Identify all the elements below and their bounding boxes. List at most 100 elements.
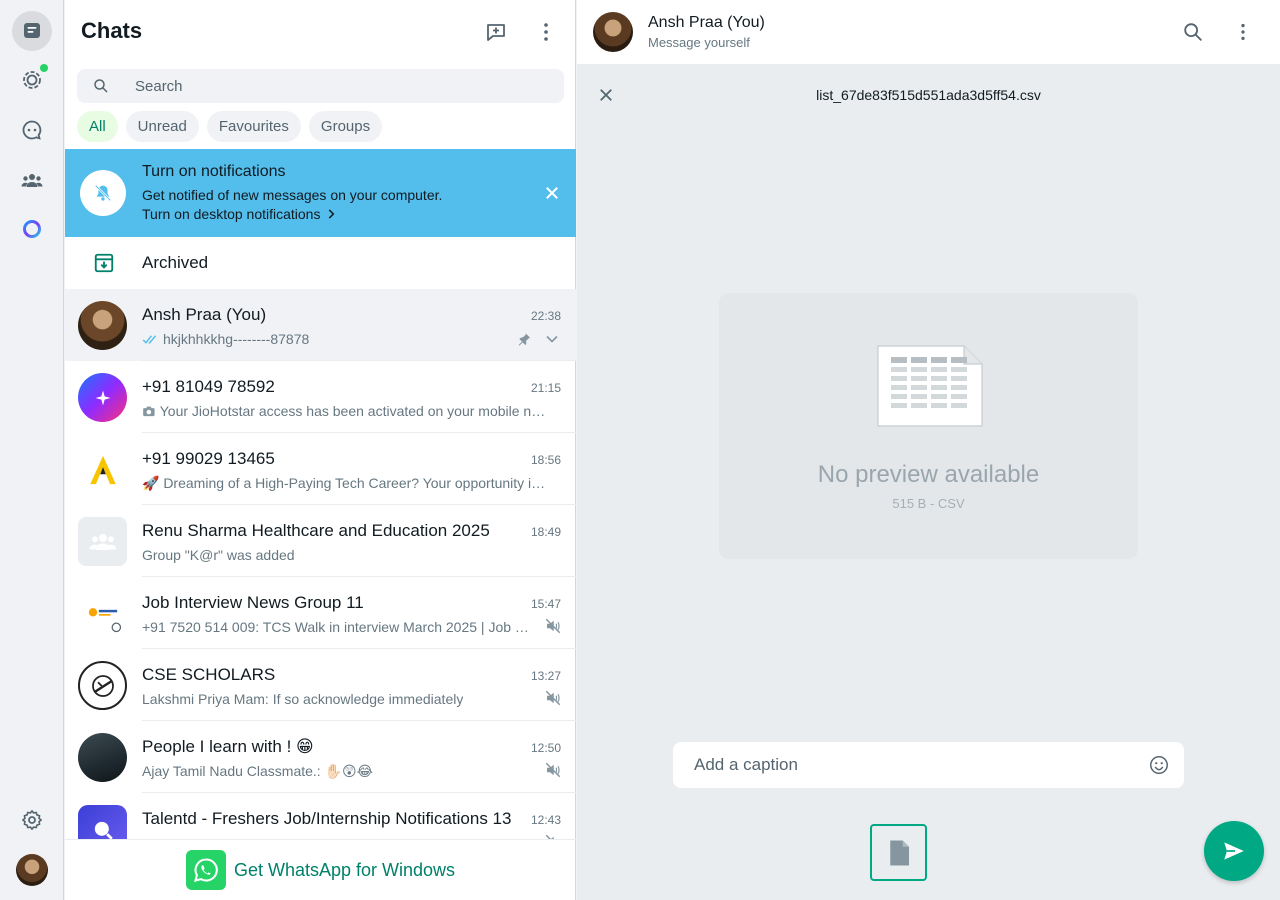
filter-all[interactable]: All — [77, 111, 118, 142]
chat-row[interactable]: CSE SCHOLARS 13:27 Lakshmi Priya Mam: If… — [65, 649, 576, 721]
chat-name: Job Interview News Group 11 — [142, 593, 364, 612]
chat-row[interactable]: +91 81049 78592 21:15 Your JioHotstar ac… — [65, 361, 576, 433]
muted-icon — [545, 618, 561, 634]
whatsapp-logo-icon — [185, 850, 226, 890]
chat-time: 12:50 — [530, 741, 561, 755]
avatar — [78, 301, 127, 350]
close-icon — [546, 187, 558, 199]
communities-nav-button[interactable] — [12, 160, 52, 200]
chat-preview: Lakshmi Priya Mam: If so acknowledge imm… — [142, 691, 464, 707]
chat-list-panel: Chats All Unread Favourites Groups Turn … — [65, 0, 576, 900]
notification-subtitle: Get notified of new messages on your com… — [142, 187, 443, 203]
close-notification-button[interactable] — [540, 181, 564, 205]
status-icon — [23, 71, 41, 89]
panel-menu-button[interactable] — [532, 18, 560, 46]
filter-favourites[interactable]: Favourites — [206, 111, 301, 142]
chevron-down-icon[interactable] — [542, 329, 562, 349]
muted-icon — [545, 690, 561, 706]
conversation-subtitle: Message yourself — [648, 35, 750, 50]
archived-row[interactable]: Archived — [65, 237, 576, 289]
meta-ai-nav-button[interactable] — [12, 209, 52, 249]
settings-nav-button[interactable] — [12, 800, 52, 840]
filter-groups[interactable]: Groups — [308, 111, 383, 142]
chat-row[interactable]: People I learn with ! 😁 12:50 Ajay Tamil… — [65, 721, 576, 793]
chat-preview: Group "K@r" was added — [142, 547, 295, 563]
preview-card: No preview available 515 B - CSV — [719, 293, 1138, 559]
chat-row[interactable]: Talentd - Freshers Job/Internship Notifi… — [65, 793, 576, 839]
get-whatsapp-label: Get WhatsApp for Windows — [233, 859, 456, 880]
chat-preview: hkjkhhkkhg--------87878 — [142, 331, 309, 347]
chat-time: 15:47 — [530, 597, 561, 611]
file-name: list_67de83f515d551ada3d5ff54.csv — [816, 87, 1041, 103]
no-preview-text: No preview available — [817, 461, 1040, 488]
chat-row[interactable]: Renu Sharma Healthcare and Education 202… — [65, 505, 576, 577]
chat-time: 18:56 — [530, 453, 561, 467]
enable-notifications-link[interactable]: Turn on desktop notifications — [142, 206, 338, 222]
new-chat-icon — [487, 24, 505, 41]
search-input[interactable] — [125, 77, 525, 95]
enable-notifications-label: Turn on desktop notifications — [142, 206, 321, 222]
file-preview-pane: Ansh Praa (You) Message yourself list_67… — [577, 0, 1280, 900]
avatar — [78, 445, 127, 494]
chat-name: +91 81049 78592 — [142, 377, 275, 396]
chat-name: Renu Sharma Healthcare and Education 202… — [142, 521, 490, 540]
panel-title: Chats — [81, 18, 143, 43]
avatar[interactable] — [593, 12, 633, 52]
chat-preview: 🚀 Dreaming of a High-Paying Tech Career?… — [142, 475, 546, 491]
chat-row[interactable]: Ansh Praa (You) 22:38 hkjkhhkkhg--------… — [65, 289, 576, 361]
conversation-menu-button[interactable] — [1231, 20, 1255, 44]
chat-preview: Your JioHotstar access has been activate… — [142, 403, 546, 419]
caption-bar — [673, 742, 1184, 788]
status-nav-button[interactable] — [12, 60, 52, 100]
archived-label: Archived — [142, 253, 209, 272]
avatar — [78, 805, 127, 839]
new-chat-button[interactable] — [482, 18, 510, 46]
menu-icon — [544, 23, 548, 41]
avatar — [78, 589, 127, 638]
emoji-icon[interactable] — [1148, 754, 1170, 776]
search-icon — [1184, 23, 1202, 41]
chat-row[interactable]: Job Interview News Group 11 15:47 +91 75… — [65, 577, 576, 649]
spreadsheet-file-icon — [877, 345, 983, 427]
chats-icon — [24, 23, 40, 38]
chat-time: 18:49 — [530, 525, 561, 539]
chats-nav-button[interactable] — [12, 11, 52, 51]
conversation-name[interactable]: Ansh Praa (You) — [648, 14, 765, 32]
attachment-thumbnail[interactable] — [870, 824, 927, 881]
group-icon — [89, 533, 116, 550]
bell-off-icon — [80, 170, 126, 216]
chat-name: Ansh Praa (You) — [142, 305, 267, 324]
chevron-right-icon — [329, 209, 335, 219]
navigation-rail — [0, 0, 64, 900]
chat-name: CSE SCHOLARS — [142, 665, 276, 684]
caption-input[interactable] — [673, 755, 1133, 775]
file-size-type: 515 B - CSV — [892, 496, 965, 511]
archive-icon — [65, 252, 142, 274]
avatar — [78, 661, 127, 710]
chat-name: Talentd - Freshers Job/Internship Notifi… — [142, 809, 512, 828]
camera-icon — [143, 406, 155, 416]
profile-avatar[interactable] — [16, 854, 48, 886]
search-icon — [77, 77, 125, 95]
chat-row[interactable]: +91 99029 13465 18:56 🚀 Dreaming of a Hi… — [65, 433, 576, 505]
chat-time: 12:43 — [530, 813, 561, 827]
chat-preview: +91 7520 514 009: TCS Walk in interview … — [142, 619, 534, 635]
status-unread-dot — [40, 64, 48, 72]
chat-name: +91 99029 13465 — [142, 449, 275, 468]
chat-time: 13:27 — [530, 669, 561, 683]
avatar — [78, 517, 127, 566]
filter-unread[interactable]: Unread — [125, 111, 199, 142]
channels-icon — [22, 120, 42, 140]
conversation-header: Ansh Praa (You) Message yourself — [577, 0, 1280, 64]
get-whatsapp-windows-link[interactable]: Get WhatsApp for Windows — [65, 839, 576, 900]
search-messages-button[interactable] — [1181, 20, 1205, 44]
notification-banner[interactable]: Turn on notifications Get notified of ne… — [65, 149, 576, 237]
avatar — [78, 373, 127, 422]
document-icon — [889, 840, 909, 865]
muted-icon — [545, 762, 561, 778]
communities-icon — [21, 174, 43, 187]
avatar — [78, 733, 127, 782]
chat-filters: All Unread Favourites Groups — [77, 111, 383, 142]
send-button[interactable] — [1204, 821, 1264, 881]
channels-nav-button[interactable] — [12, 110, 52, 150]
